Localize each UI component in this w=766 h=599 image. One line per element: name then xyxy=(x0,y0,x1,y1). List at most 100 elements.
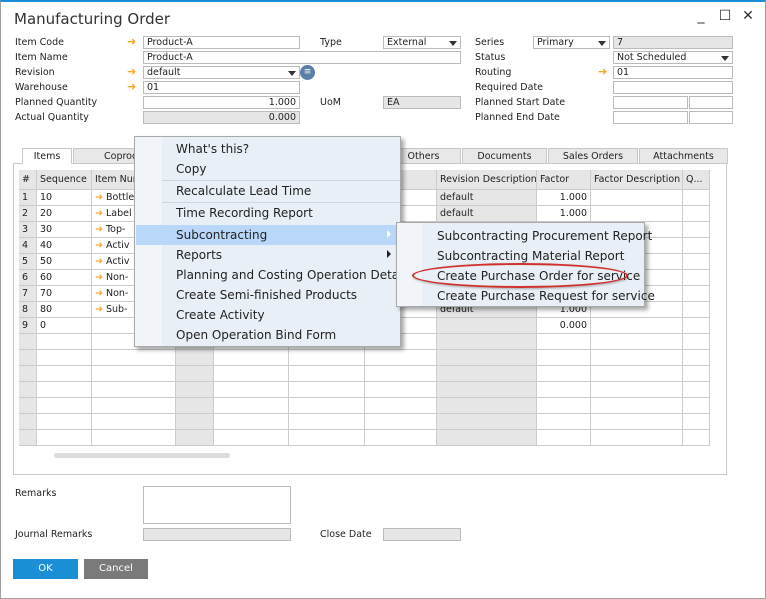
grid-cell[interactable] xyxy=(214,382,289,398)
minimize-button[interactable]: _ xyxy=(693,8,709,24)
column-header[interactable]: Factor xyxy=(537,170,591,190)
grid-cell[interactable] xyxy=(683,302,710,318)
grid-cell[interactable]: 50 xyxy=(37,254,92,270)
grid-cell[interactable] xyxy=(537,382,591,398)
column-header[interactable]: Q... xyxy=(683,170,710,190)
grid-cell[interactable] xyxy=(214,350,289,366)
grid-cell[interactable] xyxy=(37,430,92,446)
grid-cell[interactable] xyxy=(437,382,537,398)
cancel-button[interactable]: Cancel xyxy=(84,559,148,579)
link-arrow-icon[interactable]: ➜ xyxy=(95,256,106,267)
maximize-button[interactable]: ☐ xyxy=(717,8,733,24)
grid-cell[interactable] xyxy=(37,382,92,398)
tab-attachments[interactable]: Attachments xyxy=(639,148,728,164)
grid-cell[interactable] xyxy=(19,398,37,414)
close-button[interactable]: ✕ xyxy=(740,8,756,24)
column-header[interactable]: Revision Description xyxy=(437,170,537,190)
grid-cell[interactable] xyxy=(437,430,537,446)
menu-item-recalculate-lead-time[interactable]: Recalculate Lead Time xyxy=(176,181,311,201)
required-date-input[interactable] xyxy=(613,81,733,94)
tab-items[interactable]: Items xyxy=(22,148,72,164)
tab-sales-orders[interactable]: Sales Orders xyxy=(548,148,638,164)
grid-cell[interactable] xyxy=(591,350,683,366)
grid-cell[interactable] xyxy=(437,366,537,382)
column-header[interactable]: Factor Description xyxy=(591,170,683,190)
grid-cell[interactable] xyxy=(92,398,176,414)
grid-cell[interactable] xyxy=(289,366,365,382)
grid-cell[interactable] xyxy=(365,382,437,398)
link-arrow-icon[interactable]: ➜ xyxy=(95,224,106,235)
grid-cell[interactable] xyxy=(176,350,214,366)
grid-cell[interactable] xyxy=(289,350,365,366)
grid-cell[interactable]: 2 xyxy=(19,206,37,222)
grid-cell[interactable] xyxy=(683,382,710,398)
grid-cell[interactable] xyxy=(591,206,683,222)
link-arrow-icon[interactable]: ➜ xyxy=(95,208,106,219)
planned-start-time-input[interactable] xyxy=(689,96,733,109)
grid-cell[interactable] xyxy=(591,334,683,350)
menu-item-time-recording-report[interactable]: Time Recording Report xyxy=(176,203,313,223)
grid-cell[interactable] xyxy=(683,270,710,286)
grid-cell[interactable] xyxy=(92,414,176,430)
planned-start-date-input[interactable] xyxy=(613,96,688,109)
menu-item-copy[interactable]: Copy xyxy=(176,159,206,179)
ok-button[interactable]: OK xyxy=(13,559,78,579)
grid-cell[interactable] xyxy=(176,414,214,430)
tab-documents[interactable]: Documents xyxy=(462,148,547,164)
grid-cell[interactable] xyxy=(683,334,710,350)
grid-cell[interactable]: default xyxy=(437,190,537,206)
grid-cell[interactable] xyxy=(92,382,176,398)
grid-cell[interactable] xyxy=(437,334,537,350)
grid-cell[interactable] xyxy=(289,414,365,430)
link-arrow-icon[interactable]: ➜ xyxy=(95,192,106,203)
remarks-textarea[interactable] xyxy=(143,486,291,524)
grid-cell[interactable]: 80 xyxy=(37,302,92,318)
grid-cell[interactable] xyxy=(683,398,710,414)
link-arrow-icon[interactable]: ➜ xyxy=(598,66,607,77)
menu-item-subcontracting[interactable]: Subcontracting xyxy=(176,225,267,245)
link-arrow-icon[interactable]: ➜ xyxy=(127,36,136,47)
grid-cell[interactable]: 7 xyxy=(19,286,37,302)
grid-cell[interactable] xyxy=(365,350,437,366)
grid-cell[interactable] xyxy=(683,238,710,254)
planned-end-time-input[interactable] xyxy=(689,111,733,124)
grid-cell[interactable]: 8 xyxy=(19,302,37,318)
grid-cell[interactable]: 6 xyxy=(19,270,37,286)
grid-cell[interactable] xyxy=(537,398,591,414)
grid-cell[interactable] xyxy=(437,398,537,414)
grid-cell[interactable]: 10 xyxy=(37,190,92,206)
grid-cell[interactable] xyxy=(289,430,365,446)
grid-cell[interactable] xyxy=(92,430,176,446)
grid-cell[interactable] xyxy=(176,366,214,382)
grid-cell[interactable] xyxy=(683,190,710,206)
grid-cell[interactable]: default xyxy=(437,206,537,222)
grid-cell[interactable] xyxy=(591,318,683,334)
menu-item-subcontracting-procurement-report[interactable]: Subcontracting Procurement Report xyxy=(437,226,652,246)
item-code-input[interactable]: Product-A xyxy=(143,36,300,49)
grid-cell[interactable] xyxy=(214,414,289,430)
grid-cell[interactable] xyxy=(683,366,710,382)
column-header[interactable]: # xyxy=(19,170,37,190)
grid-cell[interactable] xyxy=(37,414,92,430)
type-select[interactable]: External xyxy=(383,36,461,49)
grid-cell[interactable] xyxy=(289,382,365,398)
grid-cell[interactable]: 20 xyxy=(37,206,92,222)
grid-cell[interactable] xyxy=(214,430,289,446)
grid-cell[interactable] xyxy=(591,382,683,398)
planned-quantity-input[interactable]: 1.000 xyxy=(143,96,300,109)
grid-cell[interactable]: 5 xyxy=(19,254,37,270)
menu-item-reports[interactable]: Reports xyxy=(176,245,222,265)
grid-cell[interactable] xyxy=(683,430,710,446)
menu-item-create-activity[interactable]: Create Activity xyxy=(176,305,265,325)
horizontal-scrollbar[interactable] xyxy=(54,453,230,458)
grid-cell[interactable]: 4 xyxy=(19,238,37,254)
grid-cell[interactable] xyxy=(591,430,683,446)
grid-cell[interactable] xyxy=(19,430,37,446)
grid-cell[interactable] xyxy=(19,366,37,382)
grid-cell[interactable] xyxy=(365,366,437,382)
grid-cell[interactable] xyxy=(37,398,92,414)
grid-cell[interactable] xyxy=(683,414,710,430)
menu-item-open-operation-bind-form[interactable]: Open Operation Bind Form xyxy=(176,325,336,345)
grid-cell[interactable] xyxy=(19,334,37,350)
grid-cell[interactable] xyxy=(176,398,214,414)
